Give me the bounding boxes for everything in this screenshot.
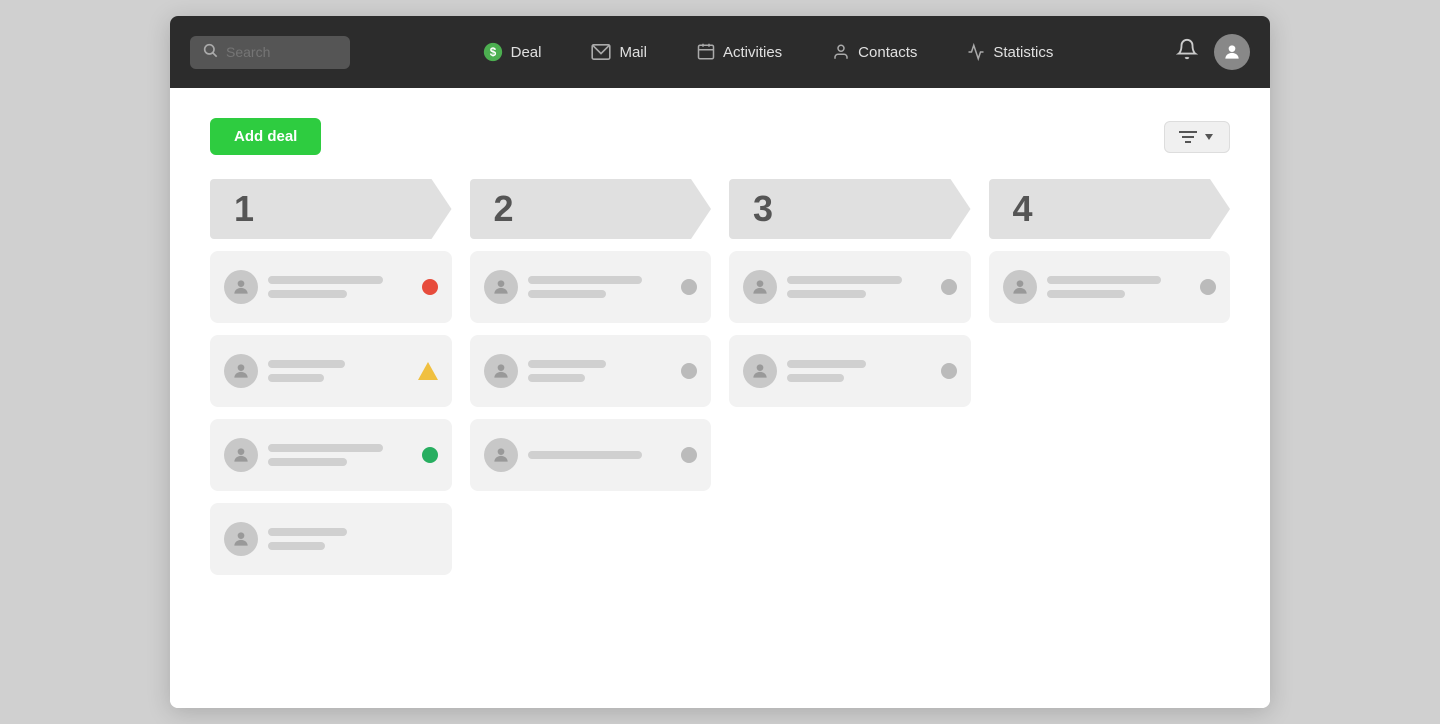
deal-card[interactable] <box>210 251 452 323</box>
card-lines <box>787 360 931 382</box>
card-lines <box>268 276 412 298</box>
search-box[interactable] <box>190 36 350 69</box>
card-line <box>268 374 324 382</box>
avatar <box>224 270 258 304</box>
card-lines <box>528 276 672 298</box>
kanban-column-1: 1 <box>210 179 452 575</box>
card-line <box>528 374 585 382</box>
card-line <box>1047 290 1126 298</box>
deal-card[interactable] <box>210 335 452 407</box>
avatar <box>484 270 518 304</box>
card-line <box>268 444 383 452</box>
search-input[interactable] <box>226 44 326 60</box>
nav-activities[interactable]: Activities <box>677 34 802 70</box>
stage-header-4: 4 <box>989 179 1231 239</box>
main-nav: $ Deal Mail <box>380 34 1156 70</box>
status-indicator <box>681 279 697 295</box>
card-lines <box>787 276 931 298</box>
mail-icon <box>591 44 611 60</box>
avatar <box>743 270 777 304</box>
user-avatar[interactable] <box>1214 34 1250 70</box>
card-line <box>268 276 383 284</box>
nav-statistics-label: Statistics <box>993 44 1053 61</box>
card-line <box>268 360 345 368</box>
status-indicator <box>418 362 438 380</box>
app-window: $ Deal Mail <box>170 16 1270 708</box>
card-line <box>1047 276 1162 284</box>
card-lines <box>528 451 672 459</box>
card-lines <box>528 360 672 382</box>
nav-mail-label: Mail <box>619 44 647 61</box>
deal-card[interactable] <box>470 251 712 323</box>
avatar <box>1003 270 1037 304</box>
card-line <box>787 290 866 298</box>
topbar: $ Deal Mail <box>170 16 1270 88</box>
deal-icon: $ <box>483 42 503 62</box>
status-indicator <box>681 363 697 379</box>
kanban-column-4: 4 <box>989 179 1231 575</box>
status-indicator <box>422 447 438 463</box>
nav-activities-label: Activities <box>723 44 782 61</box>
status-indicator <box>681 447 697 463</box>
activities-icon <box>697 43 715 61</box>
nav-statistics[interactable]: Statistics <box>947 34 1073 70</box>
nav-contacts[interactable]: Contacts <box>812 34 937 70</box>
card-line <box>268 542 325 550</box>
nav-deal-label: Deal <box>511 44 542 61</box>
svg-text:$: $ <box>489 46 496 59</box>
deal-card[interactable] <box>210 419 452 491</box>
deal-card[interactable] <box>470 419 712 491</box>
status-indicator <box>941 363 957 379</box>
kanban-column-2: 2 <box>470 179 712 575</box>
main-content: Add deal 1 <box>170 88 1270 708</box>
status-indicator <box>422 531 438 547</box>
kanban-column-3: 3 <box>729 179 971 575</box>
statistics-icon <box>967 43 985 61</box>
topbar-right <box>1176 34 1250 70</box>
deal-card[interactable] <box>729 335 971 407</box>
nav-deal[interactable]: $ Deal <box>463 34 562 70</box>
kanban-board: 1 <box>210 179 1230 575</box>
deal-card[interactable] <box>989 251 1231 323</box>
card-line <box>268 290 347 298</box>
status-indicator <box>941 279 957 295</box>
stage-header-3: 3 <box>729 179 971 239</box>
status-indicator <box>1200 279 1216 295</box>
nav-contacts-label: Contacts <box>858 44 917 61</box>
notification-icon[interactable] <box>1176 38 1198 66</box>
stage-header-1: 1 <box>210 179 452 239</box>
card-line <box>787 276 902 284</box>
page-toolbar: Add deal <box>210 118 1230 155</box>
card-line <box>528 290 607 298</box>
status-indicator <box>422 279 438 295</box>
card-line <box>268 528 347 536</box>
card-lines <box>1047 276 1191 298</box>
contacts-icon <box>832 43 850 61</box>
avatar <box>224 522 258 556</box>
nav-mail[interactable]: Mail <box>571 34 667 70</box>
avatar <box>224 438 258 472</box>
deal-card[interactable] <box>210 503 452 575</box>
card-lines <box>268 444 412 466</box>
card-lines <box>268 528 412 550</box>
card-line <box>528 276 643 284</box>
search-icon <box>202 42 218 63</box>
avatar <box>224 354 258 388</box>
deal-card[interactable] <box>729 251 971 323</box>
deal-card[interactable] <box>470 335 712 407</box>
card-line <box>268 458 347 466</box>
avatar <box>743 354 777 388</box>
card-line <box>528 451 643 459</box>
filter-button[interactable] <box>1164 121 1230 153</box>
stage-header-2: 2 <box>470 179 712 239</box>
card-line <box>528 360 607 368</box>
avatar <box>484 438 518 472</box>
card-line <box>787 374 844 382</box>
avatar <box>484 354 518 388</box>
add-deal-button[interactable]: Add deal <box>210 118 321 155</box>
card-lines <box>268 360 408 382</box>
card-line <box>787 360 866 368</box>
